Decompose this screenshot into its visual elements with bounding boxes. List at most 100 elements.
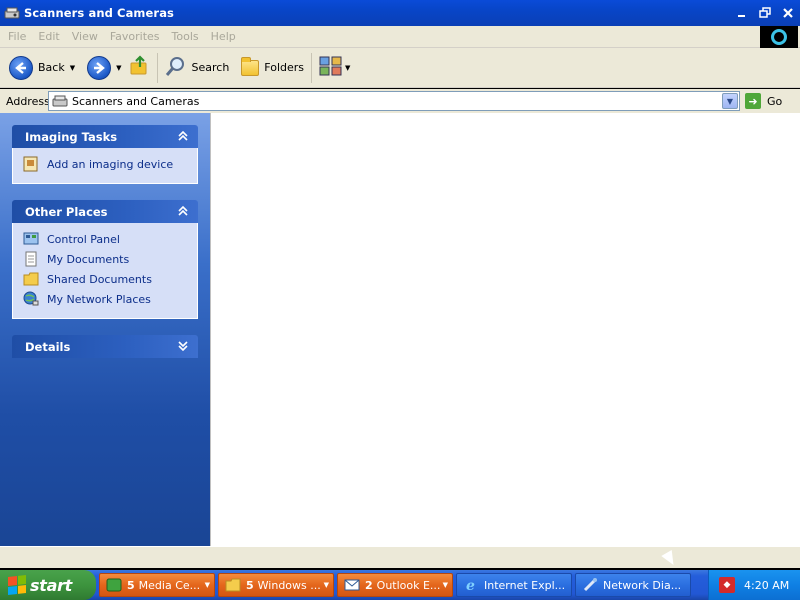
menu-bar: File Edit View Favorites Tools Help xyxy=(0,26,800,48)
address-label: Address xyxy=(6,94,50,108)
windows-logo-icon xyxy=(8,575,26,595)
folders-icon xyxy=(241,56,260,76)
folders-label: Folders xyxy=(264,61,305,74)
folders-button[interactable]: Folders xyxy=(238,51,307,85)
views-button[interactable]: ▼ xyxy=(316,51,353,85)
expand-chevron-icon[interactable] xyxy=(176,339,190,353)
minimize-button[interactable] xyxy=(731,3,752,23)
svg-text:e: e xyxy=(466,578,475,593)
other-places-header[interactable]: Other Places xyxy=(12,200,198,223)
taskbar-button-windows-explorer[interactable]: 5 Windows ... ▼ xyxy=(218,573,334,597)
menu-edit[interactable]: Edit xyxy=(32,30,65,43)
close-button[interactable] xyxy=(777,3,798,23)
scanner-camera-icon xyxy=(52,94,68,108)
group-count: 2 xyxy=(365,578,373,592)
add-imaging-device-link[interactable]: Add an imaging device xyxy=(23,154,197,174)
details-header[interactable]: Details xyxy=(12,335,198,358)
scanner-camera-icon xyxy=(4,6,20,20)
start-button[interactable]: start xyxy=(0,570,96,600)
control-panel-icon xyxy=(23,231,39,247)
chevron-down-icon: ▼ xyxy=(323,581,329,589)
clock[interactable]: 4:20 AM xyxy=(744,579,789,592)
windows-logo-icon xyxy=(771,29,787,45)
title-bar: Scanners and Cameras xyxy=(0,0,800,26)
shared-documents-icon xyxy=(23,271,39,287)
go-arrow-icon: ➜ xyxy=(745,93,761,109)
my-documents-icon xyxy=(23,251,39,267)
task-pane: Imaging Tasks Add an imaging device Othe… xyxy=(0,113,210,546)
group-count: 5 xyxy=(127,578,135,592)
taskbar-button-label: Internet Expl... xyxy=(484,578,566,592)
forward-button[interactable]: ▼ xyxy=(84,51,124,85)
toolbar: Back ▼ ▼ Search Folders ▼ xyxy=(0,48,800,88)
other-places-title: Other Places xyxy=(25,204,108,219)
window-title: Scanners and Cameras xyxy=(24,6,174,20)
go-label: Go xyxy=(767,94,783,108)
taskbar-button-label: Network Dia... xyxy=(603,578,682,592)
imaging-tasks-panel: Add an imaging device xyxy=(12,148,198,184)
back-label: Back xyxy=(38,61,65,74)
control-panel-label: Control Panel xyxy=(47,232,120,246)
other-places-panel: Control Panel My Documents Shared Docume… xyxy=(12,223,198,319)
chevron-down-icon: ▼ xyxy=(204,581,210,589)
menu-favorites[interactable]: Favorites xyxy=(104,30,166,43)
network-places-icon xyxy=(23,291,39,307)
my-network-places-link[interactable]: My Network Places xyxy=(23,289,197,309)
views-dropdown-icon[interactable]: ▼ xyxy=(345,64,350,72)
taskbar-button-internet-explorer[interactable]: e Internet Expl... xyxy=(456,573,572,597)
imaging-tasks-title: Imaging Tasks xyxy=(25,129,118,144)
toolbar-separator xyxy=(156,52,158,83)
forward-dropdown-icon[interactable]: ▼ xyxy=(116,64,121,72)
chevron-down-icon: ▼ xyxy=(442,581,448,589)
folder-content-area[interactable] xyxy=(210,113,800,546)
toolbar-separator xyxy=(311,52,313,83)
control-panel-link[interactable]: Control Panel xyxy=(23,229,197,249)
menu-file[interactable]: File xyxy=(0,30,32,43)
taskbar: start 5 Media Ce... ▼ 5 Windows ... ▼ 2 … xyxy=(0,570,800,600)
address-value: Scanners and Cameras xyxy=(72,94,200,108)
my-network-places-label: My Network Places xyxy=(47,292,151,306)
group-count: 5 xyxy=(246,578,254,592)
shared-documents-link[interactable]: Shared Documents xyxy=(23,269,197,289)
menu-view[interactable]: View xyxy=(66,30,104,43)
details-title: Details xyxy=(25,339,71,354)
status-bar xyxy=(0,546,800,568)
up-button[interactable] xyxy=(125,51,153,85)
folder-up-icon xyxy=(128,55,150,80)
search-button[interactable]: Search xyxy=(162,51,233,85)
windows-throbber xyxy=(760,26,798,48)
system-tray: ◆ 4:20 AM xyxy=(708,570,800,600)
add-imaging-device-label: Add an imaging device xyxy=(47,157,174,171)
taskbar-button-network-diagnostics[interactable]: Network Dia... xyxy=(575,573,691,597)
collapse-chevron-icon[interactable] xyxy=(176,204,190,218)
collapse-chevron-icon[interactable] xyxy=(176,129,190,143)
search-label: Search xyxy=(191,61,230,74)
views-icon xyxy=(319,55,343,80)
my-documents-link[interactable]: My Documents xyxy=(23,249,197,269)
search-icon xyxy=(165,55,187,80)
back-button[interactable]: Back ▼ xyxy=(6,51,78,85)
taskbar-button-label: Outlook E... xyxy=(376,578,441,592)
address-input[interactable]: Scanners and Cameras ▼ xyxy=(48,91,740,111)
menu-tools[interactable]: Tools xyxy=(166,30,205,43)
taskbar-button-label: Windows ... xyxy=(257,578,321,592)
imaging-tasks-header[interactable]: Imaging Tasks xyxy=(12,125,198,148)
menu-help[interactable]: Help xyxy=(205,30,242,43)
taskbar-button-outlook-express[interactable]: 2 Outlook E... ▼ xyxy=(337,573,453,597)
taskbar-button-media-center[interactable]: 5 Media Ce... ▼ xyxy=(99,573,215,597)
shared-documents-label: Shared Documents xyxy=(47,272,152,286)
add-device-icon xyxy=(23,156,39,172)
start-label: start xyxy=(30,575,73,595)
address-bar: Address Scanners and Cameras ▼ ➜ Go xyxy=(0,89,800,113)
outlook-express-icon xyxy=(344,577,360,593)
internet-explorer-icon: e xyxy=(463,577,479,594)
go-button[interactable]: ➜ Go xyxy=(745,91,782,111)
taskbar-button-label: Media Ce... xyxy=(138,578,201,592)
forward-arrow-icon xyxy=(87,55,112,80)
restore-button[interactable] xyxy=(754,3,775,23)
back-dropdown-icon[interactable]: ▼ xyxy=(70,64,75,72)
tray-alert-icon[interactable]: ◆ xyxy=(719,577,735,593)
network-diagnostics-icon xyxy=(582,577,598,593)
chevron-down-icon[interactable]: ▼ xyxy=(722,93,738,109)
media-center-icon xyxy=(106,577,122,593)
